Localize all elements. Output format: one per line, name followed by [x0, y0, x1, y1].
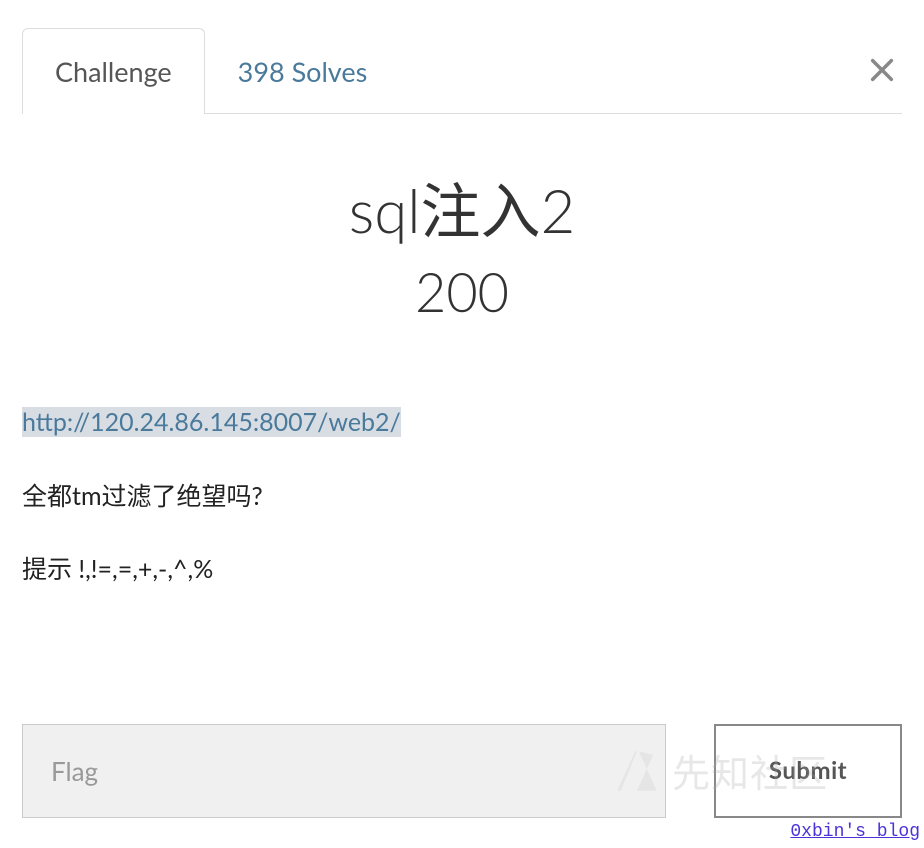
- submit-button[interactable]: Submit: [714, 724, 902, 818]
- tab-solves[interactable]: 398 Solves: [205, 28, 401, 114]
- challenge-modal: Challenge 398 Solves sql注入2 200 http://1…: [0, 0, 924, 818]
- challenge-title: sql注入2: [22, 164, 902, 251]
- flag-input[interactable]: [22, 724, 666, 818]
- tab-bar: Challenge 398 Solves: [22, 28, 902, 114]
- tab-challenge[interactable]: Challenge: [22, 28, 205, 114]
- challenge-points: 200: [22, 259, 902, 324]
- challenge-body: http://120.24.86.145:8007/web2/ 全都tm过滤了绝…: [22, 404, 902, 589]
- challenge-link[interactable]: http://120.24.86.145:8007/web2/: [22, 407, 401, 437]
- challenge-content: sql注入2 200 http://120.24.86.145:8007/web…: [22, 114, 902, 818]
- submit-row: Submit: [22, 724, 902, 818]
- challenge-desc-1: 全都tm过滤了绝望吗?: [22, 478, 902, 516]
- footer-blog-link[interactable]: 0xbin's blog: [790, 822, 920, 842]
- challenge-desc-2: 提示 !,!=,=,+,-,^,%: [22, 551, 902, 589]
